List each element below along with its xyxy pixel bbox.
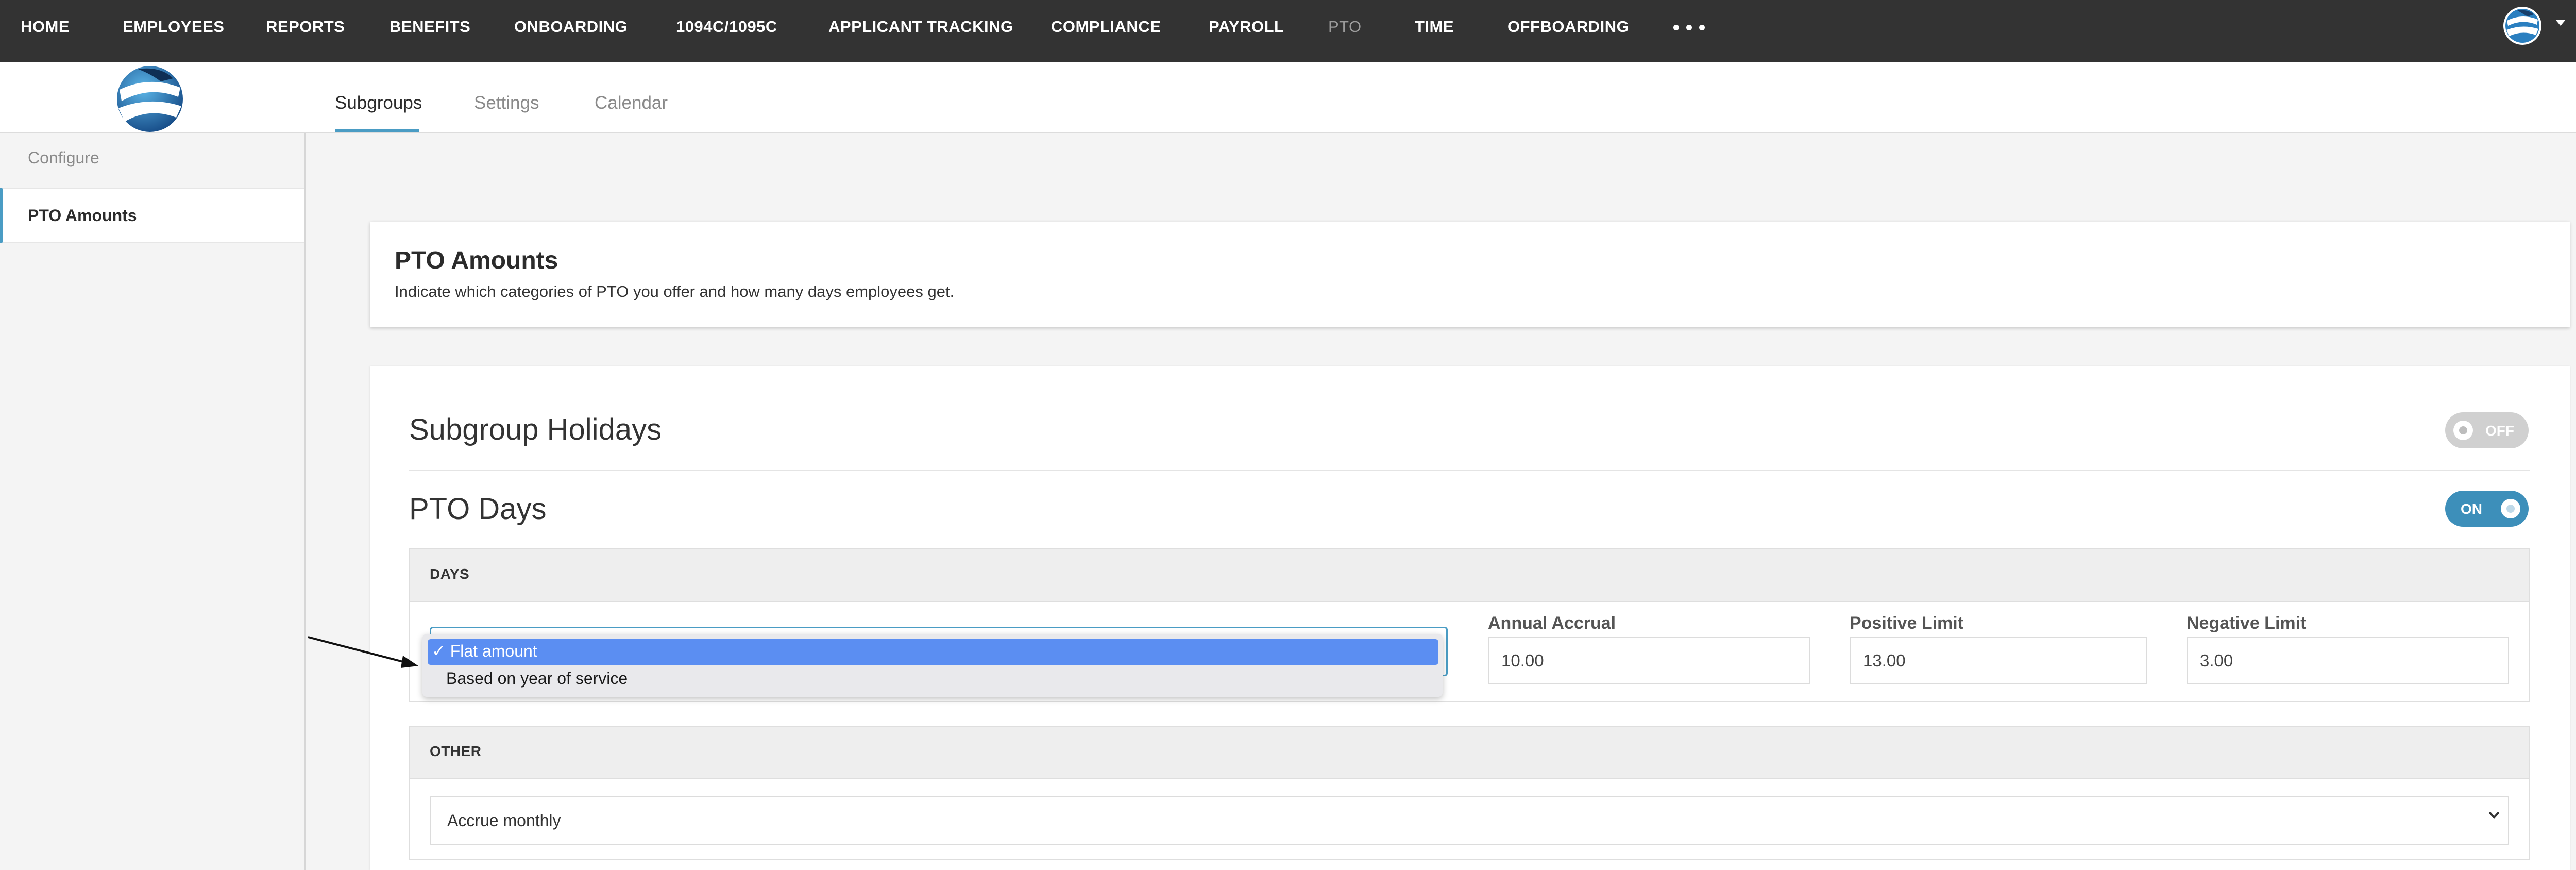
days-panel-header: DAYS <box>410 549 2529 602</box>
negative-limit-label: Negative Limit <box>2187 613 2307 633</box>
nav-compliance[interactable]: COMPLIANCE <box>1051 16 1161 37</box>
dropdown-option-flat-amount[interactable] <box>428 639 1438 665</box>
nav-1094c-1095c[interactable]: 1094C/1095C <box>676 16 777 37</box>
divider <box>409 470 2530 471</box>
dropdown-option-label: ✓ Flat amount <box>432 642 537 660</box>
pto-days-title: PTO Days <box>409 492 547 526</box>
top-navigation-bar <box>0 0 2576 62</box>
accrual-frequency-value: Accrue monthly <box>447 811 561 830</box>
pto-days-toggle[interactable]: ON <box>2445 491 2529 527</box>
toggle-label: ON <box>2461 501 2482 517</box>
tab-calendar[interactable]: Calendar <box>595 93 668 113</box>
nav-applicant-tracking[interactable]: APPLICANT TRACKING <box>828 16 1013 37</box>
tab-subgroups[interactable]: Subgroups <box>335 93 422 113</box>
negative-limit-input[interactable]: 3.00 <box>2187 637 2509 684</box>
accrual-frequency-select[interactable] <box>430 796 2509 845</box>
chevron-down-icon <box>2488 811 2500 819</box>
page-header-card <box>370 222 2570 327</box>
other-label: OTHER <box>430 743 482 759</box>
page-description: Indicate which categories of PTO you off… <box>395 282 955 300</box>
nav-reports[interactable]: REPORTS <box>266 16 345 37</box>
nav-benefits[interactable]: BENEFITS <box>389 16 470 37</box>
annual-accrual-input[interactable]: 10.00 <box>1488 637 1810 684</box>
nav-time[interactable]: TIME <box>1415 16 1454 37</box>
positive-limit-input[interactable]: 13.00 <box>1850 637 2147 684</box>
nav-home[interactable]: HOME <box>21 16 70 37</box>
toggle-label: OFF <box>2485 423 2514 439</box>
subgroup-holidays-toggle[interactable]: OFF <box>2445 412 2529 448</box>
nav-offboarding[interactable]: OFFBOARDING <box>1507 16 1629 37</box>
nav-employees[interactable]: EMPLOYEES <box>123 16 224 37</box>
globe-logo-icon <box>2503 7 2541 45</box>
nav-onboarding[interactable]: ONBOARDING <box>514 16 628 37</box>
toggle-knob <box>2453 421 2473 440</box>
days-label: DAYS <box>430 566 470 582</box>
sidebar <box>0 133 306 870</box>
company-logo <box>112 63 188 135</box>
subgroup-holidays-title: Subgroup Holidays <box>409 413 662 446</box>
user-avatar[interactable] <box>2502 5 2543 46</box>
nav-pto[interactable]: PTO <box>1328 16 1362 37</box>
more-menu-icon[interactable] <box>1673 24 1712 33</box>
sidebar-section-configure: Configure <box>28 148 99 167</box>
nav-payroll[interactable]: PAYROLL <box>1209 16 1284 37</box>
dropdown-option-year-of-service[interactable]: Based on year of service <box>446 669 628 688</box>
account-chevron-down-icon[interactable] <box>2555 20 2566 26</box>
other-panel-header: OTHER <box>410 727 2529 779</box>
active-tab-indicator <box>335 129 419 132</box>
annotation-arrow-icon <box>308 636 418 668</box>
tab-settings[interactable]: Settings <box>474 93 539 113</box>
globe-logo-icon <box>117 66 183 132</box>
annual-accrual-label: Annual Accrual <box>1488 613 1616 633</box>
toggle-knob <box>2501 499 2520 518</box>
sidebar-item-label: PTO Amounts <box>28 206 137 225</box>
positive-limit-label: Positive Limit <box>1850 613 1964 633</box>
page-title: PTO Amounts <box>395 247 558 274</box>
